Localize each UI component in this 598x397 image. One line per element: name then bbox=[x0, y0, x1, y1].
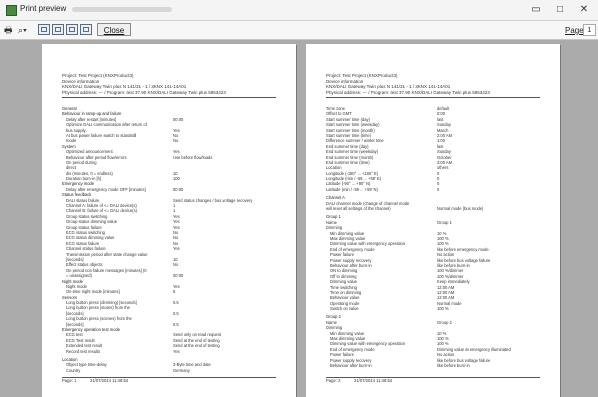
header-line: Physical address: --- / Program: test 37… bbox=[62, 89, 226, 95]
maximize-button[interactable]: □ bbox=[550, 2, 570, 17]
close-preview-button[interactable]: Close bbox=[97, 23, 131, 36]
footer-page-number: Page: 2 bbox=[326, 378, 341, 383]
setting-label: Latitude (min / -59 ... +59' N) bbox=[326, 186, 378, 192]
toolbar: 🖶 ⌕▾ Close Page 1 bbox=[0, 21, 598, 40]
setting-label: will reset all settings of the channel) bbox=[326, 206, 391, 212]
page-number-input[interactable]: 1 bbox=[583, 24, 596, 36]
one-page-icon[interactable] bbox=[38, 24, 50, 35]
page-header: Project: Test Project (KNXProduct3) Devic… bbox=[326, 73, 540, 95]
settings-list: Time zone default Offset to GMT 0:00 Start s… bbox=[326, 106, 540, 368]
setting-value: Yes bbox=[173, 348, 180, 354]
setting-label: Country bbox=[66, 367, 81, 373]
setting-value: Germany bbox=[173, 367, 190, 373]
print-icon[interactable]: 🖶 bbox=[4, 24, 16, 36]
page-content: Project: Test Project (KNXProduct3) Devic… bbox=[62, 73, 276, 373]
header-divider bbox=[62, 97, 276, 98]
four-pages-icon[interactable] bbox=[80, 24, 92, 35]
setting-label: Switch on value bbox=[330, 306, 359, 312]
setting-row: Country Germany bbox=[62, 368, 276, 373]
title-blurred-path bbox=[72, 7, 172, 12]
close-window-button[interactable]: ✕ bbox=[574, 2, 594, 17]
setting-value: 100 % bbox=[437, 306, 449, 312]
zoom-icon[interactable]: ⌕▾ bbox=[18, 24, 34, 36]
header-line: Physical address: --- / Program: test 37… bbox=[326, 89, 490, 95]
window-title: Print preview bbox=[20, 4, 67, 13]
minimize-button[interactable]: ▭ bbox=[526, 2, 546, 17]
header-divider bbox=[326, 97, 540, 98]
page-header: Project: Test Project (KNXProduct3) Devic… bbox=[62, 73, 276, 95]
two-pages-icon[interactable] bbox=[52, 24, 64, 35]
setting-label: Record test results bbox=[66, 348, 101, 354]
page-content: Project: Test Project (KNXProduct3) Devic… bbox=[326, 73, 540, 368]
setting-row: Behaviour after burn-in like before burn-… bbox=[326, 363, 540, 368]
footer-date: 31/07/2014 11:48:54 bbox=[90, 378, 129, 383]
setting-row: will reset all settings of the channel) N… bbox=[326, 206, 540, 211]
setting-value: like before burn-in bbox=[437, 362, 470, 368]
app-icon bbox=[6, 5, 17, 16]
preview-page-2: Project: Test Project (KNXProduct3) Devic… bbox=[306, 44, 560, 397]
three-pages-icon[interactable] bbox=[66, 24, 78, 35]
settings-list: General Behaviour in ramp-up and failure D… bbox=[62, 106, 276, 373]
setting-row: Record test results Yes bbox=[62, 349, 276, 354]
setting-row: Latitude (min / -59 ... +59' N) 0 bbox=[326, 187, 540, 192]
title-bar: Print preview ▭ □ ✕ bbox=[0, 0, 598, 21]
footer-page-number: Page: 1 bbox=[62, 378, 77, 383]
page-label: Page bbox=[565, 26, 584, 35]
footer-date: 31/07/2014 11:48:54 bbox=[354, 378, 393, 383]
setting-value: Normal mode (bus mode) bbox=[437, 206, 484, 212]
setting-label: Behaviour after burn-in bbox=[330, 362, 372, 368]
preview-page-1: Project: Test Project (KNXProduct3) Devic… bbox=[42, 44, 296, 397]
setting-row: Switch on value 100 % bbox=[326, 306, 540, 311]
setting-value: 0 bbox=[437, 186, 440, 192]
